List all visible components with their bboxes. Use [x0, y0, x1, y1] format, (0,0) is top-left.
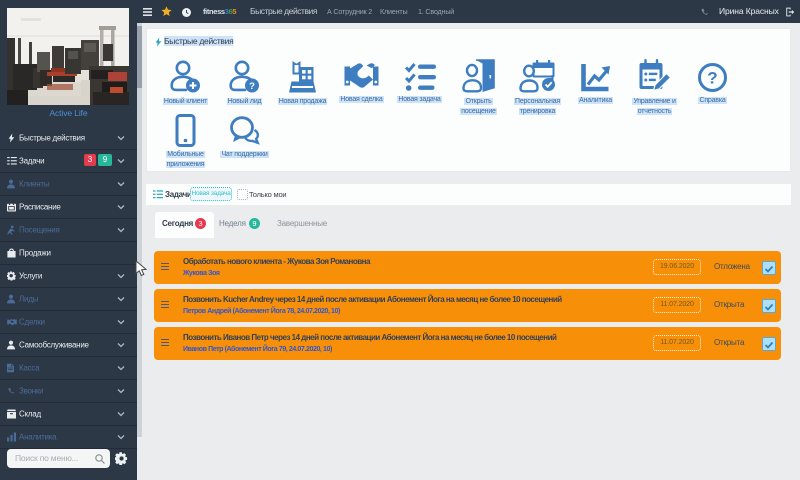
svg-text:?: ? — [707, 68, 717, 87]
svg-text:?: ? — [249, 81, 255, 92]
